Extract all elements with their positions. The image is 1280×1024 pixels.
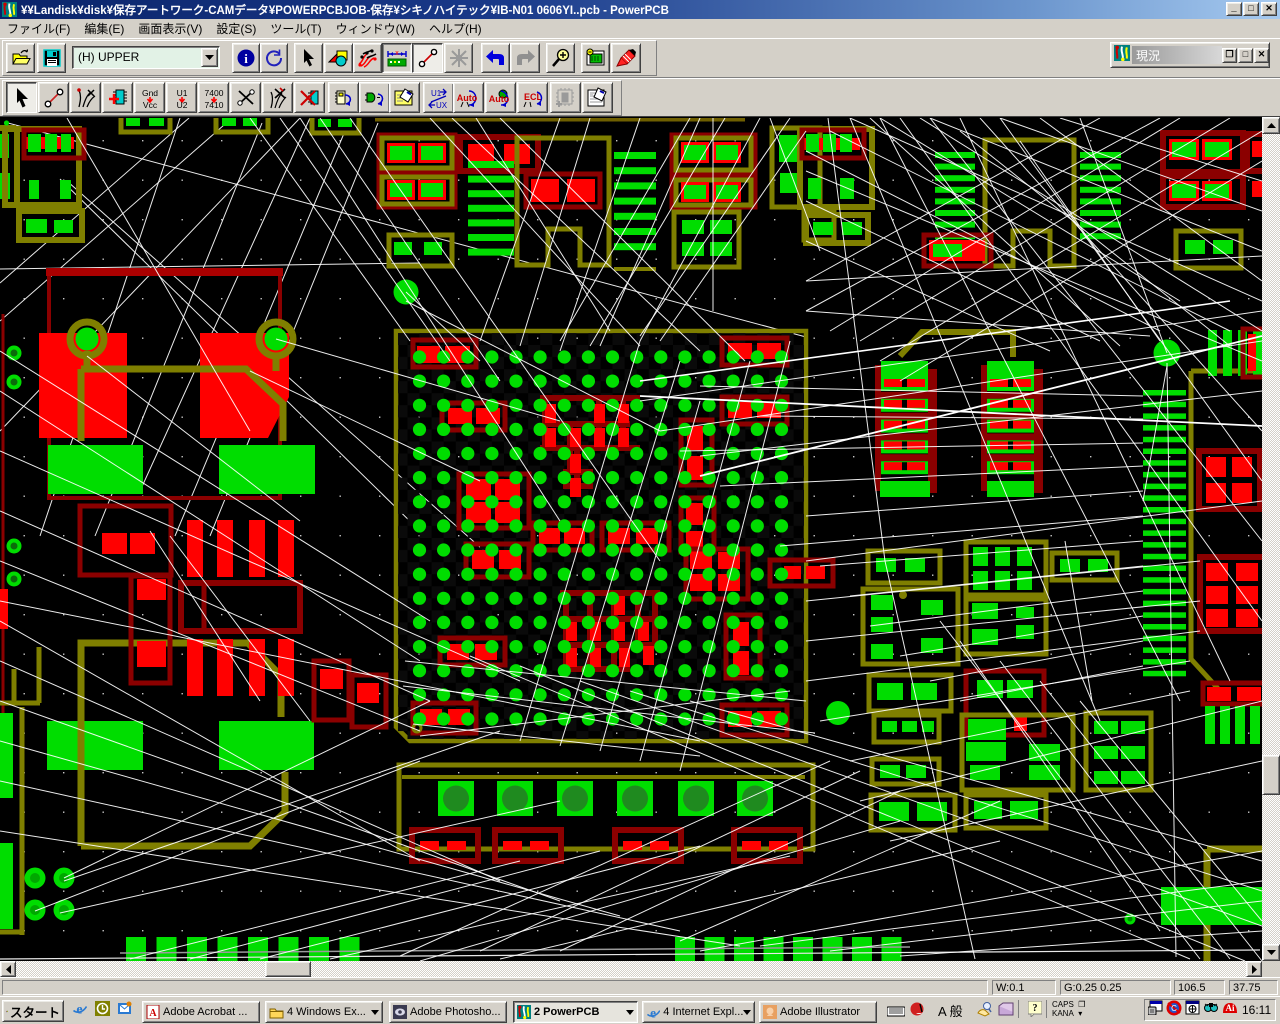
svg-text:Gnd: Gnd — [141, 88, 157, 98]
svg-text:e: e — [76, 1003, 82, 1017]
svg-text:U2: U2 — [176, 100, 187, 109]
svg-text:?: ? — [1033, 1003, 1038, 1014]
svg-text:C: C — [1171, 1004, 1177, 1013]
svg-text:Ai: Ai — [1226, 1003, 1235, 1013]
svg-text:Vcc: Vcc — [142, 100, 157, 109]
svg-text:x: x — [395, 50, 399, 57]
svg-text:U1: U1 — [431, 89, 442, 98]
svg-text:A: A — [149, 1008, 157, 1019]
svg-text:7410: 7410 — [204, 100, 223, 109]
svg-text:Auto: Auto — [457, 93, 478, 103]
svg-text:7400: 7400 — [204, 88, 223, 98]
svg-text:i: i — [244, 51, 248, 66]
svg-text:Auto: Auto — [489, 94, 510, 104]
svg-text:UX: UX — [436, 101, 448, 109]
svg-text:U1: U1 — [176, 88, 187, 98]
svg-text:e: e — [650, 1005, 656, 1020]
